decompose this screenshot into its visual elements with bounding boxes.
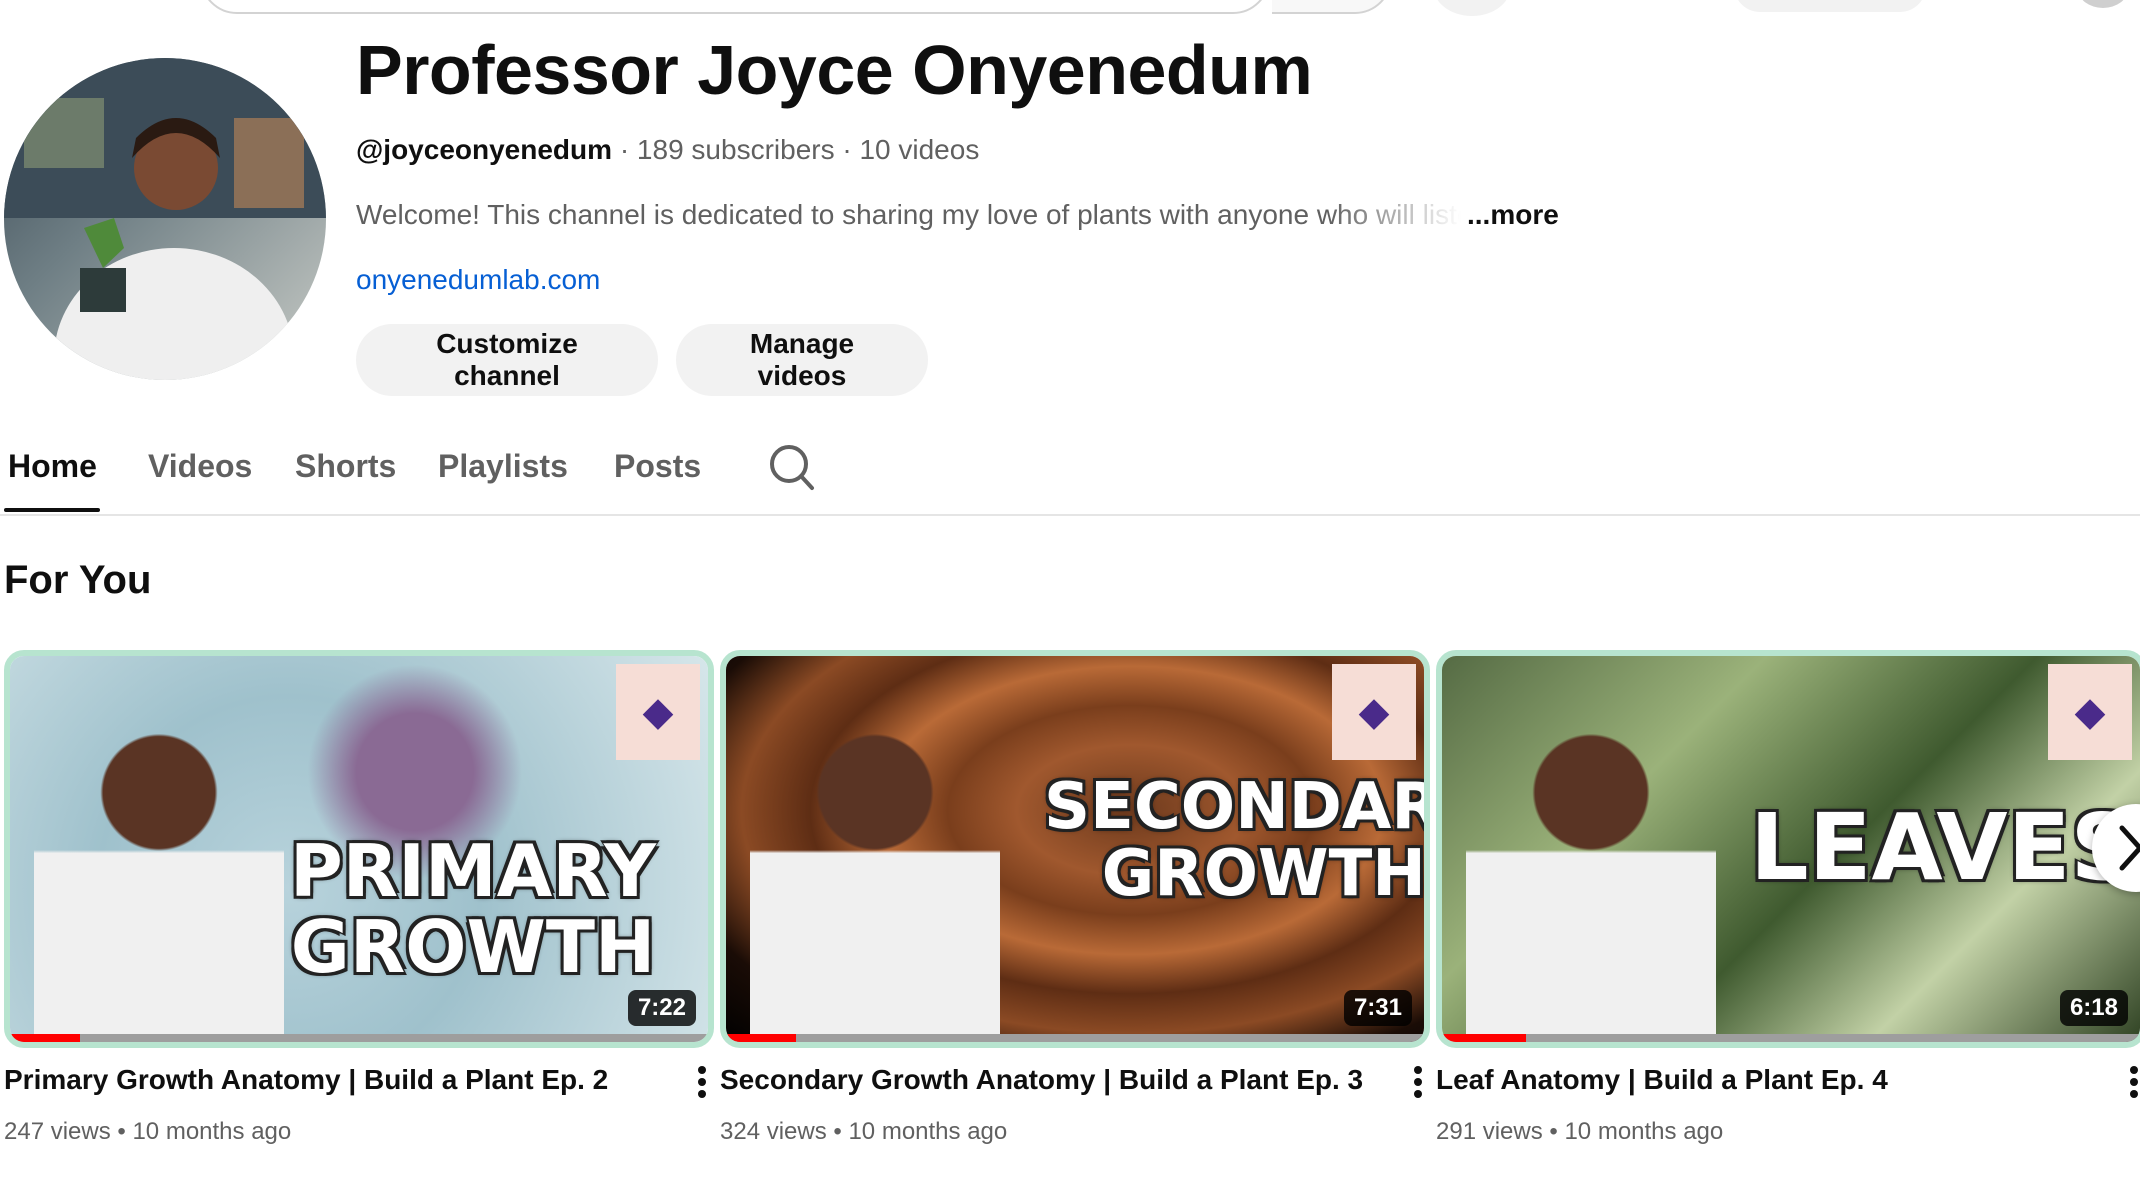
avatar-portrait bbox=[4, 58, 326, 380]
video-meta: 247 views • 10 months ago bbox=[4, 1118, 292, 1145]
more-vert-icon[interactable] bbox=[2124, 1064, 2140, 1104]
video-duration: 7:31 bbox=[1343, 990, 1412, 1026]
tab-videos[interactable]: Videos bbox=[148, 448, 252, 485]
thumbnail-text: PRIMARY GROWTH bbox=[290, 829, 657, 989]
channel-badge-icon: ◆ bbox=[2048, 664, 2132, 760]
section-title: For You bbox=[4, 558, 152, 602]
tab-posts[interactable]: Posts bbox=[614, 448, 701, 485]
video-title[interactable]: Leaf Anatomy | Build a Plant Ep. 4 bbox=[1436, 1064, 2140, 1096]
channel-badge-icon: ◆ bbox=[1332, 664, 1416, 760]
top-pill-button[interactable] bbox=[1734, 0, 1926, 12]
presenter-figure bbox=[1466, 722, 1716, 1042]
video-thumbnail[interactable]: ◆ PRIMARY GROWTH 7:22 bbox=[4, 650, 714, 1048]
account-avatar[interactable] bbox=[2078, 0, 2128, 8]
video-thumbnail[interactable]: ◆ LEAVES 6:18 bbox=[1436, 650, 2140, 1048]
video-card[interactable]: ◆ PRIMARY GROWTH 7:22 Primary Growth Anat… bbox=[4, 650, 714, 1146]
video-card[interactable]: ◆ LEAVES 6:18 Leaf Anatomy | Build a Pla… bbox=[1436, 650, 2140, 1146]
channel-stats: · 189 subscribers · 10 videos bbox=[612, 134, 980, 165]
tab-shorts[interactable]: Shorts bbox=[295, 448, 396, 485]
create-button[interactable] bbox=[1434, 0, 1510, 16]
channel-link[interactable]: onyenedumlab.com bbox=[356, 264, 600, 296]
video-meta: 324 views • 10 months ago bbox=[720, 1118, 1008, 1145]
channel-tabs: Home Videos Shorts Playlists Posts bbox=[0, 440, 2140, 516]
active-tab-indicator bbox=[4, 508, 100, 512]
video-title[interactable]: Primary Growth Anatomy | Build a Plant E… bbox=[4, 1064, 714, 1096]
video-thumbnail[interactable]: ◆ SECONDARYGROWTH 7:31 bbox=[720, 650, 1430, 1048]
more-vert-icon[interactable] bbox=[692, 1064, 712, 1104]
channel-description[interactable]: Welcome! This channel is dedicated to sh… bbox=[356, 199, 1559, 231]
video-duration: 7:22 bbox=[627, 990, 696, 1026]
customize-channel-button[interactable]: Customize channel bbox=[356, 324, 658, 396]
channel-badge-icon: ◆ bbox=[616, 664, 700, 760]
tab-playlists[interactable]: Playlists bbox=[438, 448, 568, 485]
watch-progress bbox=[726, 1034, 1424, 1042]
channel-handle: @joyceonyenedum bbox=[356, 134, 613, 165]
description-text: Welcome! This channel is dedicated to sh… bbox=[356, 199, 1461, 230]
video-duration: 6:18 bbox=[2059, 990, 2128, 1026]
thumbnail-text: SECONDARYGROWTH bbox=[1044, 770, 1426, 912]
carousel-next-button[interactable] bbox=[2092, 804, 2140, 892]
watch-progress bbox=[10, 1034, 708, 1042]
presenter-figure bbox=[34, 722, 284, 1042]
description-more-link[interactable]: ...more bbox=[1467, 199, 1559, 230]
channel-title: Professor Joyce Onyenedum bbox=[356, 31, 1313, 109]
top-bar bbox=[0, 0, 2140, 18]
tab-home[interactable]: Home bbox=[8, 448, 97, 485]
search-input[interactable] bbox=[200, 0, 1270, 14]
search-icon[interactable] bbox=[768, 440, 816, 494]
video-meta: 291 views • 10 months ago bbox=[1436, 1118, 1724, 1145]
presenter-figure bbox=[750, 722, 1000, 1042]
video-card[interactable]: ◆ SECONDARYGROWTH 7:31 Secondary Growth … bbox=[720, 650, 1430, 1146]
thumbnail-text: LEAVES bbox=[1750, 794, 2137, 901]
channel-meta: @joyceonyenedum · 189 subscribers · 10 v… bbox=[356, 134, 979, 166]
watch-progress bbox=[1442, 1034, 2140, 1042]
channel-avatar bbox=[4, 58, 326, 380]
manage-videos-button[interactable]: Manage videos bbox=[676, 324, 928, 396]
chevron-right-icon bbox=[2119, 825, 2140, 871]
more-vert-icon[interactable] bbox=[1408, 1064, 1428, 1104]
video-title[interactable]: Secondary Growth Anatomy | Build a Plant… bbox=[720, 1064, 1430, 1096]
search-button[interactable] bbox=[1272, 0, 1392, 14]
